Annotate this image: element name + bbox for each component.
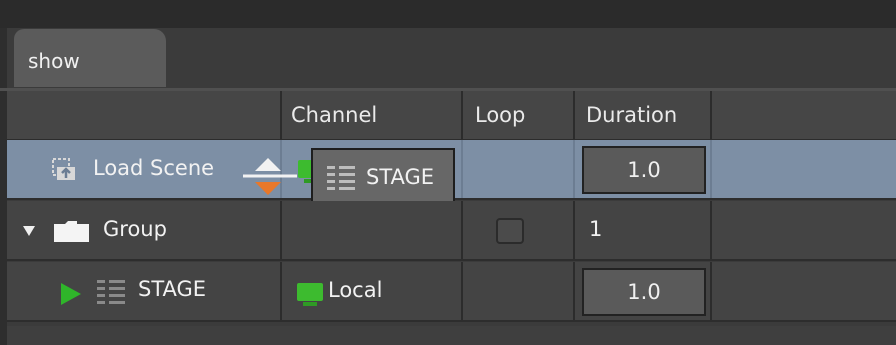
empty-area bbox=[7, 326, 896, 345]
scene-list-icon bbox=[97, 280, 125, 304]
duration-value: 1 bbox=[589, 217, 603, 241]
scene-list-icon bbox=[327, 166, 355, 190]
column-separator bbox=[280, 201, 282, 259]
duration-field[interactable]: 1.0 bbox=[582, 268, 706, 316]
column-separator bbox=[573, 201, 575, 259]
column-separator[interactable] bbox=[461, 91, 463, 139]
tab-show[interactable]: show bbox=[14, 29, 166, 87]
column-header-loop[interactable]: Loop bbox=[475, 103, 525, 127]
column-separator[interactable] bbox=[573, 91, 575, 139]
column-header-duration[interactable]: Duration bbox=[586, 103, 677, 127]
loop-checkbox[interactable] bbox=[496, 218, 524, 244]
column-separator bbox=[573, 140, 575, 198]
row-label-load-scene: Load Scene bbox=[93, 156, 215, 180]
column-separator bbox=[573, 262, 575, 320]
top-bar bbox=[0, 0, 896, 28]
left-edge bbox=[0, 28, 7, 345]
row-label-stage: STAGE bbox=[138, 277, 207, 301]
column-separator[interactable] bbox=[710, 91, 712, 139]
column-separator bbox=[461, 262, 463, 320]
play-icon[interactable] bbox=[59, 281, 83, 307]
drag-label: STAGE bbox=[366, 165, 435, 189]
load-scene-icon bbox=[52, 158, 75, 180]
table-header: Channel Loop Duration bbox=[7, 91, 896, 141]
column-separator[interactable] bbox=[280, 91, 282, 139]
channel-monitor-icon bbox=[297, 283, 323, 306]
drag-preview: STAGE bbox=[311, 148, 455, 208]
column-header-channel[interactable]: Channel bbox=[291, 103, 377, 127]
column-separator bbox=[710, 201, 712, 259]
expand-toggle-icon[interactable] bbox=[22, 225, 36, 237]
column-separator bbox=[461, 201, 463, 259]
table-row-group[interactable]: Group 1 bbox=[7, 201, 896, 261]
table-row-stage[interactable]: STAGE Local 1.0 bbox=[7, 262, 896, 322]
channel-value: Local bbox=[328, 278, 383, 302]
tab-label: show bbox=[28, 49, 80, 73]
folder-icon bbox=[54, 221, 89, 242]
duration-field[interactable]: 1.0 bbox=[582, 146, 706, 194]
column-separator bbox=[461, 140, 463, 198]
column-separator bbox=[710, 140, 712, 198]
column-separator bbox=[710, 262, 712, 320]
column-separator bbox=[280, 262, 282, 320]
row-label-group: Group bbox=[103, 217, 167, 241]
